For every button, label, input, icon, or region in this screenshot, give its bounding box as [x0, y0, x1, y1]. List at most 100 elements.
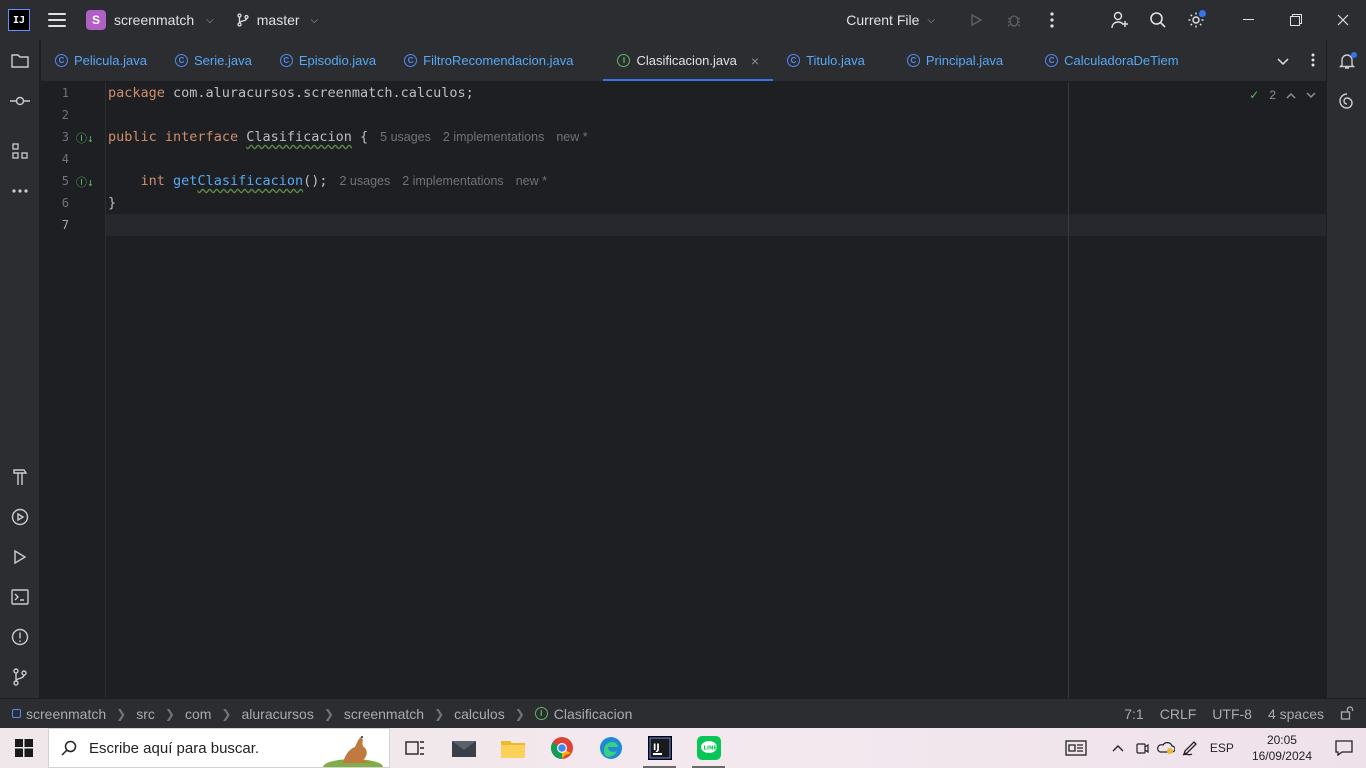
taskbar-clock[interactable]: 20:05 16/09/2024 [1252, 732, 1312, 764]
task-view-icon[interactable] [390, 728, 439, 768]
line-app-icon[interactable]: LINE [684, 728, 733, 768]
show-hidden-tabs-icon[interactable] [1277, 54, 1289, 69]
tab-serie[interactable]: C Serie.java [161, 40, 266, 81]
tab-label: Clasificacion.java [636, 53, 737, 68]
meet-now-icon[interactable] [1130, 728, 1154, 768]
terminal-icon[interactable] [0, 580, 40, 614]
tab-clasificacion[interactable]: I Clasificacion.java × [603, 40, 773, 81]
code-editor[interactable]: 1 2 3 Ⓘ↓ 4 5 Ⓘ↓ 6 7 package com.aluracur… [41, 82, 1326, 698]
implementations-hint[interactable]: 2 implementations [402, 174, 503, 188]
breadcrumb-item[interactable]: screenmatch [26, 706, 106, 722]
editor-tabs: C Pelicula.java C Serie.java C Episodio.… [41, 40, 1326, 82]
more-actions-icon[interactable] [1033, 0, 1071, 40]
mail-app-icon[interactable] [439, 728, 488, 768]
indent-setting[interactable]: 4 spaces [1268, 706, 1324, 722]
project-selector[interactable]: S screenmatch ⌵ [86, 10, 214, 30]
usages-hint[interactable]: 5 usages [380, 130, 431, 144]
edge-icon[interactable] [586, 728, 635, 768]
implementations-hint[interactable]: 2 implementations [443, 130, 544, 144]
project-name: screenmatch [114, 12, 195, 28]
minimize-button[interactable] [1225, 0, 1272, 40]
pen-ink-icon[interactable] [1178, 728, 1202, 768]
usages-hint[interactable]: 2 usages [340, 174, 391, 188]
author-hint[interactable]: new * [516, 174, 547, 188]
breadcrumb-item[interactable]: aluracursos [241, 706, 313, 722]
search-icon [61, 740, 77, 756]
run-icon[interactable] [957, 0, 995, 40]
notifications-bell-icon[interactable] [1327, 44, 1366, 78]
tab-more-actions-icon[interactable] [1311, 53, 1315, 70]
intellij-logo-icon[interactable]: IJ [8, 9, 30, 31]
notification-dot-icon [1351, 52, 1357, 58]
code-line-6: } [108, 195, 117, 211]
restore-button[interactable] [1272, 0, 1319, 40]
branch-selector[interactable]: master ⌵ [236, 12, 318, 28]
line-number: 3 [61, 130, 69, 144]
svg-text:IJ: IJ [653, 743, 660, 753]
show-hidden-icons-icon[interactable] [1106, 728, 1130, 768]
read-only-lock-icon[interactable] [1340, 705, 1354, 723]
file-encoding[interactable]: UTF-8 [1212, 706, 1252, 722]
close-tab-icon[interactable]: × [751, 53, 759, 69]
onedrive-icon[interactable] [1154, 728, 1178, 768]
file-explorer-icon[interactable] [488, 728, 537, 768]
commit-icon[interactable] [0, 84, 40, 118]
tab-principal[interactable]: C Principal.java [893, 40, 1017, 81]
method-name[interactable]: Clasificacion [197, 173, 303, 189]
author-hint[interactable]: new * [556, 130, 587, 144]
search-icon[interactable] [1139, 0, 1177, 40]
settings-gear-icon[interactable] [1177, 0, 1215, 40]
chevron-down-icon: ⌵ [206, 14, 214, 26]
input-language[interactable]: ESP [1202, 728, 1242, 768]
project-folder-icon[interactable] [0, 44, 40, 78]
tab-episodio[interactable]: C Episodio.java [266, 40, 390, 81]
breadcrumb-item[interactable]: src [136, 706, 155, 722]
brace: { [351, 129, 369, 145]
chrome-icon[interactable] [537, 728, 586, 768]
windows-start-icon[interactable] [0, 728, 48, 768]
next-highlight-icon[interactable] [1306, 88, 1316, 102]
windows-taskbar: Escribe aquí para buscar. IJ LINE ESP 20… [0, 728, 1366, 768]
tab-filtro-recomendacion[interactable]: C FiltroRecomendacion.java [390, 40, 587, 81]
tab-label: FiltroRecomendacion.java [423, 53, 574, 68]
breadcrumb-item[interactable]: screenmatch [344, 706, 424, 722]
build-hammer-icon[interactable] [0, 460, 40, 494]
interface-name[interactable]: Clasificacion [246, 129, 352, 145]
structure-icon[interactable] [0, 134, 40, 168]
inspection-widget[interactable]: ✓ 2 [1249, 88, 1316, 102]
method-name-prefix[interactable]: get [173, 173, 197, 189]
breadcrumb: screenmatch ❯ src ❯ com ❯ aluracursos ❯ … [12, 706, 632, 722]
implemented-gutter-icon[interactable]: Ⓘ↓ [76, 174, 94, 190]
tab-calculadora-de-tiempo[interactable]: C CalculadoraDeTiem [1031, 40, 1192, 81]
project-badge: S [86, 10, 106, 30]
line-separator[interactable]: CRLF [1160, 706, 1197, 722]
tab-pelicula[interactable]: C Pelicula.java [41, 40, 161, 81]
taskbar-search-input[interactable]: Escribe aquí para buscar. [48, 728, 390, 768]
main-menu-icon[interactable] [48, 13, 66, 27]
keyword: package [108, 85, 165, 101]
news-widget-icon[interactable] [1056, 728, 1096, 768]
tab-label: Serie.java [194, 53, 252, 68]
run-configuration-selector[interactable]: Current File ⌵ [846, 12, 935, 28]
caret-position[interactable]: 7:1 [1124, 706, 1143, 722]
problems-icon[interactable] [0, 620, 40, 654]
run-tool-icon[interactable] [0, 540, 40, 574]
chevron-right-icon: ❯ [434, 706, 445, 721]
previous-highlight-icon[interactable] [1286, 88, 1296, 102]
breadcrumb-item[interactable]: Clasificacion [554, 706, 633, 722]
close-window-button[interactable] [1319, 0, 1366, 40]
implemented-gutter-icon[interactable]: Ⓘ↓ [76, 130, 94, 146]
git-icon[interactable] [0, 660, 40, 694]
intellij-taskbar-icon[interactable]: IJ [635, 728, 684, 768]
debug-icon[interactable] [995, 0, 1033, 40]
breadcrumb-item[interactable]: com [185, 706, 211, 722]
ai-assistant-icon[interactable] [1327, 84, 1366, 118]
system-tray: ESP 20:05 16/09/2024 [1056, 728, 1366, 768]
services-icon[interactable] [0, 500, 40, 534]
tab-titulo[interactable]: C Titulo.java [773, 40, 879, 81]
breadcrumb-item[interactable]: calculos [454, 706, 505, 722]
interface-icon: I [534, 707, 548, 720]
add-user-icon[interactable] [1101, 0, 1139, 40]
action-center-icon[interactable] [1322, 728, 1366, 768]
more-tool-windows-icon[interactable] [0, 174, 40, 208]
